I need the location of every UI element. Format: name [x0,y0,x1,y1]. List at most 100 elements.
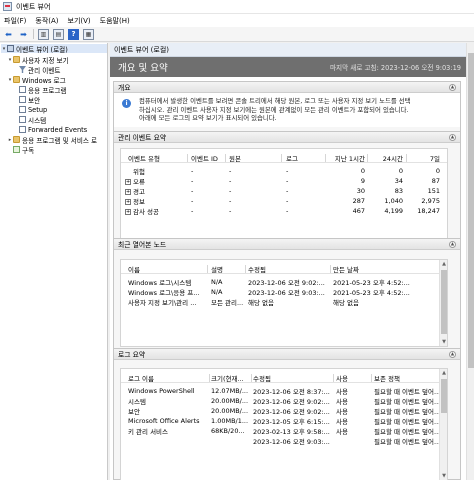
column-header[interactable]: 지난 1시간 [317,153,365,163]
table-row[interactable]: + 감사 성공 - - -467 4,199 18,247 [121,206,447,216]
recent-nodes-pane: 최근 열어본 노드 ▲ 이름 설명 수정됨 만든 날짜 Windows 로그\시… [113,238,461,350]
column-divider[interactable] [367,154,368,162]
menu-action[interactable]: 동작(A) [35,16,58,26]
table-row[interactable]: Microsoft Office Alerts 1.00MB/1... 2023-1… [121,416,440,426]
expand-plus-icon[interactable]: + [125,179,131,185]
column-header[interactable]: 크기(현재... [211,373,249,383]
tree-label: 보안 [28,96,41,105]
grid-cell: 287 [352,197,365,205]
log-summary-header[interactable]: 로그 요약 ▲ [114,349,460,360]
scroll-thumb[interactable] [468,53,474,368]
column-header[interactable]: 이벤트 ID [191,153,223,163]
table-row[interactable]: 사용자 지정 보기\관리 ... 모든 관리... 해당 없음 해당 없음 [121,297,439,307]
tree-node-custom-views[interactable]: ▾ 사용자 지정 보기 [7,55,69,65]
console-tree-icon[interactable]: ▥ [38,28,49,40]
collapse-icon[interactable]: ▲ [449,133,456,141]
tree-node-application[interactable]: 응용 프로그램 [19,85,67,95]
menu-view[interactable]: 보기(V) [68,16,91,26]
column-header[interactable]: 수정됨 [253,373,331,383]
tree-node-security[interactable]: 보안 [19,95,41,105]
table-row[interactable]: Windows 로그\시스템 N/A 2023-12-06 오전 9:02:... 2… [121,277,439,287]
column-header[interactable]: 이름 [128,264,204,274]
scroll-down-icon[interactable]: ▼ [440,338,447,346]
overview-pane-header[interactable]: 개요 ▲ [114,82,460,93]
column-divider[interactable] [333,374,334,382]
column-header[interactable]: 원본 [229,153,269,163]
menu-help[interactable]: 도움말(H) [100,16,130,26]
column-header[interactable]: 이벤트 유형 [128,153,183,163]
recent-nodes-header[interactable]: 최근 열어본 노드 ▲ [114,239,460,250]
grid-cell: - [191,187,194,195]
expand-plus-icon[interactable]: + [125,199,131,205]
help-icon[interactable]: ? [68,28,79,40]
folder-icon [13,76,20,83]
column-header[interactable]: 보존 정책 [374,373,440,383]
tree-node-root[interactable]: ▾ 이벤트 뷰어 (로컬) [1,44,107,54]
cell-text: 경고 [133,188,145,196]
tree-node-admin-events[interactable]: 관리 이벤트 [19,65,60,75]
toolbar: ⬅ ➡ ▥ ▤ ? ▦ [0,27,474,42]
tree-node-forwarded-events[interactable]: Forwarded Events [19,125,87,134]
column-divider[interactable] [330,265,331,273]
properties-icon[interactable]: ▤ [53,28,64,40]
grid-cell: 20.00MB/... [211,407,249,415]
scroll-up-icon[interactable]: ▲ [440,260,447,268]
folder-icon [13,56,20,63]
column-divider[interactable] [209,374,210,382]
column-divider[interactable] [281,154,282,162]
table-row[interactable]: 2023-12-06 오전 9:03:... 필요할 때 이벤트 덮어... [121,436,440,446]
column-divider[interactable] [406,154,407,162]
table-row[interactable]: + 경고 - - -30 83 151 [121,186,447,196]
grid-cell: - [286,167,289,175]
admin-summary-header[interactable]: 관리 이벤트 요약 ▲ [114,132,460,143]
table-row[interactable]: Windows 로그\응용 프... N/A 2023-12-06 오전 9:03:… [121,287,439,297]
window-title: 이벤트 뷰어 [16,2,51,11]
menu-file[interactable]: 파일(F) [4,16,26,26]
show-hide-pane-icon[interactable]: ▦ [83,28,94,40]
expand-plus-icon[interactable]: + [125,189,131,195]
log-summary-scrollbar[interactable]: ▲ ▼ [439,369,447,480]
scroll-thumb[interactable] [441,379,447,413]
column-header[interactable]: 만든 날짜 [333,264,423,274]
table-row[interactable]: 위험 - - - 0 0 0 [121,166,447,176]
recent-nodes-scrollbar[interactable]: ▲ ▼ [439,260,447,346]
tree-label: 구독 [22,146,35,155]
column-header[interactable]: 설명 [211,264,243,274]
scroll-thumb[interactable] [441,270,447,334]
column-header[interactable]: 7일 [409,153,440,163]
column-divider[interactable] [187,154,188,162]
scroll-down-icon[interactable]: ▼ [440,472,447,480]
collapse-icon[interactable]: ▲ [449,83,456,91]
back-arrow-icon[interactable]: ⬅ [3,29,14,40]
tree-node-apps-services[interactable]: ▸ 응용 프로그램 및 서비스 로 [7,135,97,145]
expand-plus-icon[interactable]: + [125,209,131,215]
column-divider[interactable] [207,265,208,273]
column-header[interactable]: 수정됨 [248,264,328,274]
column-header[interactable]: 24시간 [369,153,403,163]
column-divider[interactable] [245,265,246,273]
table-row[interactable]: + 정보 - - -287 1,040 2,975 [121,196,447,206]
column-divider[interactable] [251,374,252,382]
table-row[interactable]: 시스템 20.00MB/... 2023-12-06 오전 9:02:... 사용 필요… [121,396,440,406]
overview-line: 컴퓨터에서 발생한 이벤트를 보려면 콘솔 트리에서 해당 원본, 로그 또는 … [139,97,411,105]
column-header[interactable]: 사용 [336,373,370,383]
collapse-icon[interactable]: ▲ [449,350,456,358]
table-row[interactable]: Windows PowerShell 12.07MB/... 2023-12-06 … [121,386,440,396]
content-scrollbar[interactable] [466,43,474,480]
collapse-icon[interactable]: ▲ [449,240,456,248]
scroll-up-icon[interactable]: ▲ [440,369,447,377]
table-row[interactable]: 보안 20.00MB/... 2023-12-06 오전 9:02:... 사용 필요할… [121,406,440,416]
column-divider[interactable] [371,374,372,382]
forward-arrow-icon[interactable]: ➡ [18,29,29,40]
tree-node-windows-logs[interactable]: ▾ Windows 로그 [7,75,66,85]
tree-node-setup[interactable]: Setup [19,105,47,114]
grid-cell: - [191,167,194,175]
grid-cell: 사용 [336,428,348,436]
tree-node-subscriptions[interactable]: 구독 [13,145,35,155]
table-row[interactable]: + 오류 - - -9 34 87 [121,176,447,186]
column-divider[interactable] [225,154,226,162]
tree-node-system[interactable]: 시스템 [19,115,46,125]
column-header[interactable]: 로그 이름 [128,373,206,383]
grid-cell: 사용 [336,418,348,426]
table-row[interactable]: 키 관리 서비스 68KB/20... 2023-02-13 오후 9:58:...… [121,426,440,436]
